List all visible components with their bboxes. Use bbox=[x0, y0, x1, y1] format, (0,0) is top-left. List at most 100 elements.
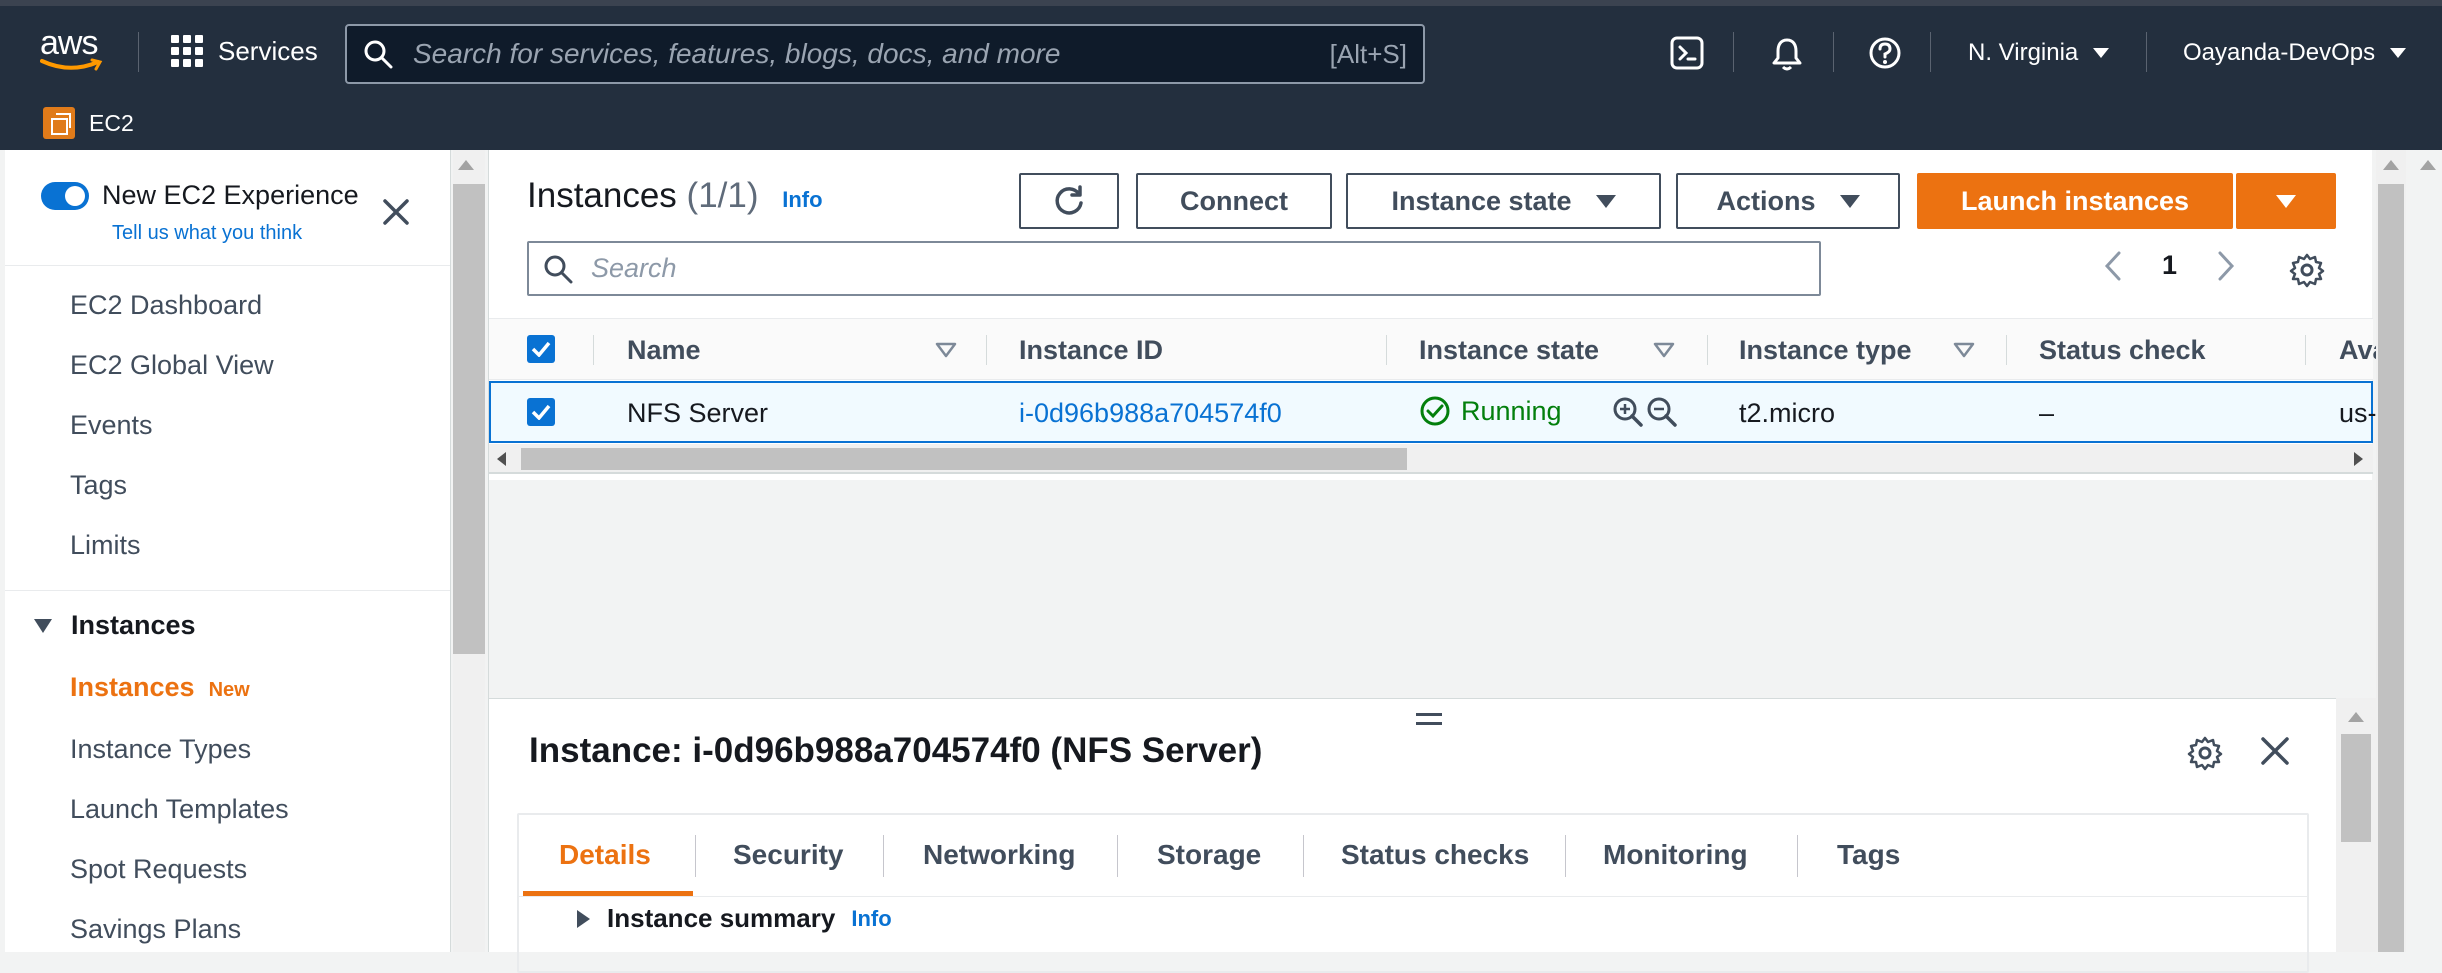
nav-item-events[interactable]: Events bbox=[70, 410, 153, 441]
tab-status-checks[interactable]: Status checks bbox=[1341, 839, 1529, 871]
instances-filter-input[interactable] bbox=[589, 252, 1805, 285]
tab-storage[interactable]: Storage bbox=[1157, 839, 1261, 871]
details-scrollbar-thumb[interactable] bbox=[2341, 734, 2371, 842]
instance-summary-expander[interactable]: Instance summary Info bbox=[575, 903, 892, 934]
info-link[interactable]: Info bbox=[782, 187, 822, 212]
close-details-button[interactable] bbox=[2259, 735, 2291, 767]
service-breadcrumb-label: EC2 bbox=[89, 109, 134, 136]
caret-down-icon bbox=[1839, 194, 1860, 208]
actions-dropdown[interactable]: Actions bbox=[1676, 173, 1900, 229]
chevron-right-icon[interactable] bbox=[2217, 251, 2235, 281]
connect-button[interactable]: Connect bbox=[1136, 173, 1332, 229]
column-divider bbox=[593, 335, 594, 365]
services-menu-button[interactable]: Services bbox=[170, 34, 318, 68]
tab-tags[interactable]: Tags bbox=[1837, 839, 1900, 871]
tab-divider bbox=[883, 835, 884, 877]
refresh-button[interactable] bbox=[1019, 173, 1119, 229]
tab-divider bbox=[1797, 835, 1798, 877]
nav-item-instance-types[interactable]: Instance Types bbox=[70, 734, 251, 765]
instances-filter[interactable] bbox=[527, 241, 1821, 296]
divider bbox=[5, 590, 450, 591]
row-checkbox[interactable] bbox=[527, 398, 555, 426]
column-divider bbox=[1386, 335, 1387, 365]
nav-item-ec2-global-view[interactable]: EC2 Global View bbox=[70, 350, 274, 381]
nav-item-launch-templates[interactable]: Launch Templates bbox=[70, 794, 289, 825]
info-link[interactable]: Info bbox=[851, 906, 891, 932]
column-divider bbox=[1707, 335, 1708, 365]
nav-item-instances[interactable]: Instances New bbox=[70, 672, 250, 703]
connect-button-label: Connect bbox=[1180, 185, 1288, 216]
column-header-status-check[interactable]: Status check bbox=[2039, 335, 2206, 366]
sort-icon[interactable] bbox=[935, 342, 957, 358]
selection-count: (1/1) bbox=[686, 176, 759, 215]
tab-monitoring[interactable]: Monitoring bbox=[1603, 839, 1748, 871]
scroll-up-arrow-icon[interactable] bbox=[2383, 160, 2399, 170]
zoom-out-icon[interactable] bbox=[1647, 397, 1677, 427]
table-horizontal-scrollbar[interactable] bbox=[489, 444, 2373, 474]
new-badge: New bbox=[208, 679, 250, 701]
scroll-up-arrow-icon[interactable] bbox=[458, 160, 474, 170]
column-header-instance-type[interactable]: Instance type bbox=[1739, 335, 1912, 366]
column-header-instance-id[interactable]: Instance ID bbox=[1019, 335, 1163, 366]
nav-item-ec2-dashboard[interactable]: EC2 Dashboard bbox=[70, 290, 262, 321]
select-all-checkbox[interactable] bbox=[527, 335, 555, 363]
tab-divider bbox=[1117, 835, 1118, 877]
current-page[interactable]: 1 bbox=[2162, 250, 2177, 281]
scroll-left-arrow-icon[interactable] bbox=[497, 452, 506, 466]
nav-item-limits[interactable]: Limits bbox=[70, 530, 141, 561]
instance-details-panel: Instance: i-0d96b988a704574f0 (NFS Serve… bbox=[488, 698, 2336, 973]
cell-status-check: – bbox=[2039, 398, 2055, 428]
split-panel-resize-handle[interactable] bbox=[1416, 713, 1442, 731]
tab-security[interactable]: Security bbox=[733, 839, 844, 871]
nav-item-tags[interactable]: Tags bbox=[70, 470, 127, 501]
launch-instances-label: Launch instances bbox=[1960, 185, 2190, 216]
sort-icon[interactable] bbox=[1953, 342, 1975, 358]
zoom-in-icon[interactable] bbox=[1613, 397, 1643, 427]
feedback-link[interactable]: Tell us what you think bbox=[112, 222, 302, 245]
actions-button-label: Actions bbox=[1716, 185, 1816, 216]
page-title: Instances (1/1) Info bbox=[527, 176, 823, 216]
sidebar-scrollbar-thumb[interactable] bbox=[453, 184, 485, 654]
tab-networking[interactable]: Networking bbox=[923, 839, 1075, 871]
global-search-input[interactable] bbox=[411, 37, 1330, 71]
table-preferences-button[interactable] bbox=[2289, 252, 2325, 288]
instance-summary-label: Instance summary bbox=[607, 903, 836, 933]
launch-instances-button[interactable]: Launch instances bbox=[1917, 173, 2233, 229]
cloudshell-button[interactable] bbox=[1670, 36, 1704, 70]
service-breadcrumb[interactable]: EC2 bbox=[43, 107, 134, 139]
nav-item-spot-requests[interactable]: Spot Requests bbox=[70, 854, 247, 885]
aws-logo[interactable]: aws bbox=[40, 26, 106, 72]
column-divider bbox=[986, 335, 987, 365]
table-scrollbar-thumb[interactable] bbox=[521, 448, 1407, 470]
region-selector[interactable]: N. Virginia bbox=[1968, 39, 2110, 67]
tab-bar: Details Security Networking Storage Stat… bbox=[519, 815, 2307, 897]
instance-state-dropdown[interactable]: Instance state bbox=[1346, 173, 1661, 229]
check-icon bbox=[531, 404, 551, 420]
close-nav-button[interactable] bbox=[382, 198, 410, 226]
account-menu[interactable]: Oayanda-DevOps bbox=[2183, 39, 2407, 67]
search-shortcut-hint: [Alt+S] bbox=[1329, 38, 1407, 69]
sort-icon[interactable] bbox=[1653, 342, 1675, 358]
column-header-instance-state[interactable]: Instance state bbox=[1419, 335, 1599, 366]
scroll-up-arrow-icon[interactable] bbox=[2348, 712, 2364, 722]
nav-item-savings-plans[interactable]: Savings Plans bbox=[70, 914, 241, 945]
global-search-box[interactable]: [Alt+S] bbox=[345, 24, 1425, 84]
main-scrollbar-thumb[interactable] bbox=[2378, 184, 2404, 952]
launch-options-dropdown[interactable] bbox=[2236, 173, 2336, 229]
tab-details[interactable]: Details bbox=[559, 839, 651, 871]
table-row[interactable]: NFS Server i-0d96b988a704574f0 Running t… bbox=[489, 381, 2377, 443]
chevron-left-icon[interactable] bbox=[2104, 251, 2122, 281]
cell-instance-id-link[interactable]: i-0d96b988a704574f0 bbox=[1019, 398, 1282, 429]
refresh-icon bbox=[1055, 185, 1083, 215]
running-check-icon bbox=[1420, 396, 1450, 426]
nav-section-instances[interactable]: Instances bbox=[33, 610, 196, 641]
scroll-up-arrow-icon[interactable] bbox=[2420, 160, 2436, 170]
scroll-right-arrow-icon[interactable] bbox=[2354, 452, 2363, 466]
column-header-name[interactable]: Name bbox=[627, 335, 701, 366]
bell-icon bbox=[1772, 38, 1802, 71]
help-button[interactable] bbox=[1868, 36, 1902, 70]
details-preferences-button[interactable] bbox=[2187, 735, 2223, 771]
new-experience-toggle[interactable] bbox=[41, 182, 89, 210]
notifications-button[interactable] bbox=[1770, 36, 1804, 72]
instance-state-button-label: Instance state bbox=[1391, 185, 1572, 216]
